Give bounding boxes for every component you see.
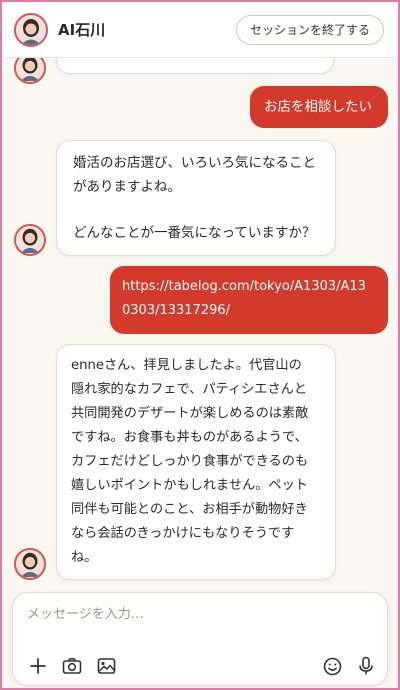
message-line: 婚活のお店選び、いろいろ気になること bbox=[73, 155, 316, 171]
message-line: なら会話のきっかけにもなりそうです bbox=[71, 526, 295, 541]
image-icon[interactable] bbox=[95, 655, 117, 677]
message-line: ですね。お食事も丼ものがあるようで、 bbox=[71, 430, 308, 445]
page-title: AI石川 bbox=[58, 21, 106, 39]
message-line: 共同開発のデザートが楽しめるのは素敵 bbox=[71, 406, 309, 421]
assistant-avatar bbox=[14, 224, 46, 256]
message-line: 嬉しいポイントかもしれません。ペット bbox=[71, 478, 308, 493]
message-line: https://tabelog.com/tokyo/A1303/A13 bbox=[122, 279, 366, 294]
camera-icon[interactable] bbox=[61, 655, 83, 677]
message-line: ね。 bbox=[71, 550, 98, 565]
bot-message bbox=[56, 58, 334, 74]
message-line: がありますよね。 bbox=[73, 179, 181, 195]
microphone-icon[interactable] bbox=[355, 655, 377, 677]
chat-header: AI石川 セッションを終了する bbox=[2, 2, 398, 58]
message-line bbox=[73, 199, 319, 221]
end-session-button[interactable]: セッションを終了する bbox=[235, 14, 384, 45]
assistant-avatar bbox=[14, 12, 48, 47]
assistant-avatar bbox=[14, 548, 46, 580]
bot-message: enneさん、拝見しましたよ。代官山の 隠れ家的なカフェで、パティシエさんと 共… bbox=[56, 344, 336, 580]
assistant-avatar bbox=[14, 58, 46, 84]
message-line: どんなことが一番気になっていますか？ bbox=[73, 225, 316, 241]
chat-log: お店を相談したい 婚活のお店選び、いろいろ気になること がありますよね。 どんな… bbox=[2, 58, 398, 588]
user-message: お店を相談したい bbox=[250, 86, 388, 128]
emoji-icon[interactable] bbox=[321, 655, 343, 677]
message-line: カフェだけどしっかり食事ができるのも bbox=[71, 454, 309, 469]
bot-message: 婚活のお店選び、いろいろ気になること がありますよね。 どんなことが一番気になっ… bbox=[56, 140, 336, 256]
message-line: 0303/13317296/ bbox=[122, 303, 231, 318]
message-composer bbox=[12, 592, 388, 686]
message-line: 隠れ家的なカフェで、パティシエさんと bbox=[71, 382, 308, 397]
message-line: enneさん、拝見しましたよ。代官山の bbox=[71, 358, 302, 373]
message-line: 同伴も可能とのこと、お相手が動物好き bbox=[71, 502, 308, 517]
user-message: https://tabelog.com/tokyo/A1303/A13 0303… bbox=[110, 266, 388, 334]
plus-icon[interactable] bbox=[27, 655, 49, 677]
app-frame: AI石川 セッションを終了する お店を相談したい 婚活のお店選び、いろいろ気にな… bbox=[0, 0, 400, 690]
message-input[interactable] bbox=[27, 601, 367, 627]
